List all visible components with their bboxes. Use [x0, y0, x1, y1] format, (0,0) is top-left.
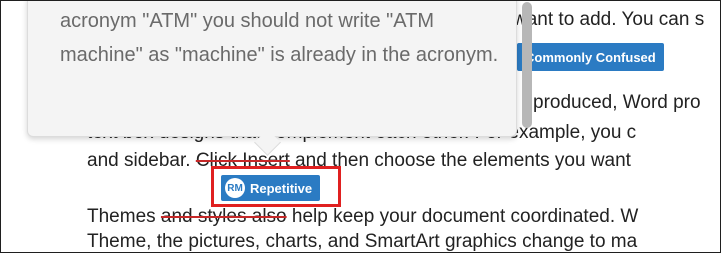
doc-line-5-text-a: Themes — [87, 206, 161, 227]
tooltip-scroll-thumb[interactable] — [522, 2, 532, 128]
doc-line-4-text-a: and sidebar. — [87, 150, 196, 171]
document-frame: want to add. You can s Commonly Confused… — [0, 0, 721, 253]
tooltip-scrollbar[interactable] — [522, 2, 532, 128]
doc-line-5-text-b: help keep your document coordinated. W — [286, 206, 639, 227]
doc-line-5: Themes and styles also help keep your do… — [87, 206, 638, 228]
commonly-confused-tag[interactable]: Commonly Confused — [517, 43, 664, 71]
suggestion-tooltip: acronym "ATM" you should not write "ATM … — [27, 1, 532, 137]
doc-line-1: want to add. You can s — [513, 9, 705, 30]
strikethrough-text-2[interactable]: and styles also — [161, 206, 287, 227]
doc-line-6: Theme, the pictures, charts, and SmartAr… — [87, 231, 638, 252]
tooltip-text: acronym "ATM" you should not write "ATM … — [60, 10, 499, 66]
rm-badge-icon: RM — [225, 178, 245, 198]
doc-line-4: and sidebar. Click Insert and then choos… — [87, 150, 631, 172]
repetitive-label: Repetitive — [250, 180, 313, 196]
doc-line-2: produced, Word pro — [533, 92, 701, 113]
repetitive-tag[interactable]: RM Repetitive — [221, 175, 321, 201]
commonly-confused-label: Commonly Confused — [525, 49, 656, 65]
